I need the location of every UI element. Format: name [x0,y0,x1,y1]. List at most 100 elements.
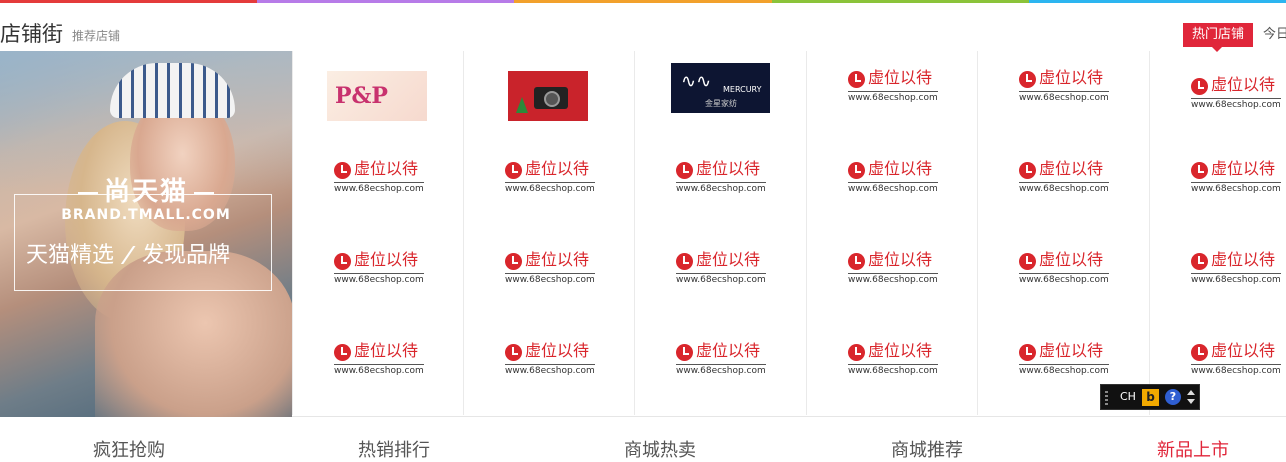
mercury-wave-icon: ∿∿ [681,71,712,92]
placeholder-logo[interactable]: 虚位以待 www.68ecshop.com [1019,68,1109,110]
placeholder-logo[interactable]: 虚位以待 www.68ecshop.com [1019,159,1109,201]
placeholder-underline [848,91,938,92]
placeholder-text: 虚位以待 [354,250,419,269]
section-subtitle: 推荐店铺 [72,29,121,43]
section-header: 店铺街 推荐店铺 热门店铺 今日 [0,3,1286,52]
banner-brand-cn: 尚天猫 [0,171,292,208]
clock-icon [1191,253,1208,270]
placeholder-url: www.68ecshop.com [1191,184,1281,194]
placeholder-logo[interactable]: 虚位以待 www.68ecshop.com [1019,341,1109,383]
placeholder-logo[interactable]: 虚位以待 www.68ecshop.com [505,250,595,292]
tab-recommended[interactable]: 商城推荐 [891,436,963,462]
placeholder-logo[interactable]: 虚位以待 www.68ecshop.com [848,250,938,292]
placeholder-text: 虚位以待 [1211,75,1276,94]
tab-bestseller-ranking[interactable]: 热销排行 [358,436,430,462]
drag-grip-icon[interactable] [1105,391,1108,405]
placeholder-logo[interactable]: 虚位以待 www.68ecshop.com [505,341,595,383]
shop-logo-grid: P&P ∿∿ MERCURY 金星家纺 虚位以待 www.68ecshop.com… [292,51,1286,417]
placeholder-logo[interactable]: 虚位以待 www.68ecshop.com [676,159,766,201]
placeholder-text: 虚位以待 [525,159,590,178]
tab-hot-shops[interactable]: 热门店铺 [1183,23,1253,52]
placeholder-underline [334,182,424,183]
tab-today[interactable]: 今日 [1263,23,1286,47]
placeholder-logo[interactable]: 虚位以待 www.68ecshop.com [1191,341,1281,383]
banner-slogan: 天猫精选 / 发现品牌 [26,237,230,269]
shop-logo-pp-text: P&P [335,83,388,109]
clock-icon [1019,162,1036,179]
placeholder-url: www.68ecshop.com [848,275,938,285]
shop-logo-mercury[interactable]: ∿∿ MERCURY 金星家纺 [671,63,770,113]
tab-hot-sale[interactable]: 商城热卖 [624,436,696,462]
placeholder-underline [1019,182,1109,183]
ime-toolbar[interactable]: CH b ? [1100,384,1200,410]
bing-icon[interactable]: b [1142,389,1159,406]
placeholder-text: 虚位以待 [1039,250,1104,269]
placeholder-url: www.68ecshop.com [676,366,766,376]
placeholder-url: www.68ecshop.com [848,366,938,376]
placeholder-text: 虚位以待 [1039,159,1104,178]
placeholder-underline [848,182,938,183]
placeholder-underline [505,182,595,183]
ime-language[interactable]: CH [1120,390,1136,403]
placeholder-logo[interactable]: 虚位以待 www.68ecshop.com [334,250,424,292]
placeholder-url: www.68ecshop.com [676,184,766,194]
placeholder-logo[interactable]: 虚位以待 www.68ecshop.com [334,341,424,383]
help-icon[interactable]: ? [1165,389,1181,405]
placeholder-text: 虚位以待 [1211,159,1276,178]
placeholder-logo[interactable]: 虚位以待 www.68ecshop.com [848,68,938,110]
placeholder-logo[interactable]: 虚位以待 www.68ecshop.com [1191,250,1281,292]
mercury-cn-name: 金星家纺 [705,99,737,108]
shop-street-content: 尚天猫 BRAND.TMALL.COM 天猫精选 / 发现品牌 P&P ∿∿ M… [0,51,1286,417]
camera-lens-icon [544,91,560,107]
placeholder-url: www.68ecshop.com [334,184,424,194]
clock-icon [848,253,865,270]
placeholder-text: 虚位以待 [696,159,761,178]
clock-icon [1191,162,1208,179]
clock-icon [334,253,351,270]
placeholder-text: 虚位以待 [868,250,933,269]
placeholder-underline [505,273,595,274]
placeholder-underline [334,273,424,274]
banner-brand-en: BRAND.TMALL.COM [61,207,231,223]
placeholder-text: 虚位以待 [1039,341,1104,360]
christmas-tree-icon [516,97,528,113]
clock-icon [1019,344,1036,361]
placeholder-logo[interactable]: 虚位以待 www.68ecshop.com [334,159,424,201]
placeholder-logo[interactable]: 虚位以待 www.68ecshop.com [1191,75,1281,117]
placeholder-logo[interactable]: 虚位以待 www.68ecshop.com [848,341,938,383]
placeholder-url: www.68ecshop.com [334,366,424,376]
placeholder-underline [1191,182,1281,183]
placeholder-text: 虚位以待 [868,68,933,87]
placeholder-underline [676,273,766,274]
placeholder-underline [848,364,938,365]
placeholder-logo[interactable]: 虚位以待 www.68ecshop.com [1019,250,1109,292]
mercury-wordmark: MERCURY [723,85,762,94]
placeholder-logo[interactable]: 虚位以待 www.68ecshop.com [676,250,766,292]
shop-logo-pp[interactable]: P&P [327,71,427,121]
placeholder-logo[interactable]: 虚位以待 www.68ecshop.com [1191,159,1281,201]
clock-icon [505,344,522,361]
placeholder-logo[interactable]: 虚位以待 www.68ecshop.com [505,159,595,201]
placeholder-text: 虚位以待 [525,250,590,269]
shop-logo-camera[interactable] [508,71,588,121]
placeholder-url: www.68ecshop.com [1019,366,1109,376]
promo-banner[interactable]: 尚天猫 BRAND.TMALL.COM 天猫精选 / 发现品牌 [0,51,292,417]
placeholder-url: www.68ecshop.com [505,275,595,285]
placeholder-logo[interactable]: 虚位以待 www.68ecshop.com [848,159,938,201]
clock-icon [848,344,865,361]
placeholder-underline [676,182,766,183]
clock-icon [334,162,351,179]
tab-new-arrivals[interactable]: 新品上市 [1157,436,1229,462]
clock-icon [676,344,693,361]
tab-crazy-sale[interactable]: 疯狂抢购 [93,436,165,462]
placeholder-text: 虚位以待 [696,341,761,360]
banner-dash-left [77,191,98,194]
placeholder-underline [1019,91,1109,92]
placeholder-url: www.68ecshop.com [676,275,766,285]
placeholder-url: www.68ecshop.com [1191,100,1281,110]
clock-icon [1191,78,1208,95]
clock-icon [676,162,693,179]
options-arrows-icon[interactable] [1187,389,1195,405]
placeholder-text: 虚位以待 [868,341,933,360]
placeholder-logo[interactable]: 虚位以待 www.68ecshop.com [676,341,766,383]
